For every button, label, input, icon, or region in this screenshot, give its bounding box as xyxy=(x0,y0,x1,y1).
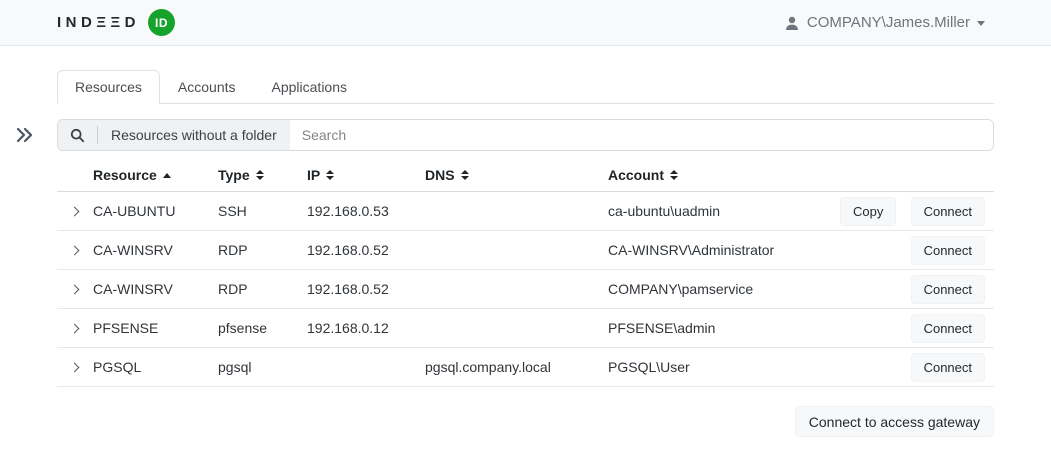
double-chevron-right-icon xyxy=(15,127,35,143)
expand-row-button[interactable] xyxy=(57,286,93,293)
search-left-segment: Resources without a folder xyxy=(58,120,290,150)
main-tabs: Resources Accounts Applications xyxy=(57,70,994,104)
sort-asc-icon xyxy=(163,173,171,178)
brand-logo: INDΞΞD ID xyxy=(57,9,175,36)
cell-ip: 192.168.0.52 xyxy=(307,281,425,297)
brand-id-badge: ID xyxy=(148,9,175,36)
table-row: PGSQL pgsql pgsql.company.local PGSQL\Us… xyxy=(57,348,994,387)
table-row: CA-WINSRV RDP 192.168.0.52 CA-WINSRV\Adm… xyxy=(57,231,994,270)
cell-resource: PGSQL xyxy=(93,359,218,375)
connect-cell: Connect xyxy=(886,314,994,343)
connect-button[interactable]: Connect xyxy=(911,314,985,343)
sort-both-icon xyxy=(670,170,678,180)
column-header-ip[interactable]: IP xyxy=(307,167,425,183)
column-header-resource[interactable]: Resource xyxy=(93,167,218,183)
search-input[interactable] xyxy=(290,120,993,150)
cell-dns: pgsql.company.local xyxy=(425,359,608,375)
cell-type: RDP xyxy=(218,281,307,297)
chevron-right-icon xyxy=(70,323,80,333)
connect-to-access-gateway-button[interactable]: Connect to access gateway xyxy=(795,406,994,437)
sort-both-icon xyxy=(256,170,264,180)
brand-wordmark: INDΞΞD xyxy=(57,14,140,31)
table-header-row: Resource Type IP DNS Account xyxy=(57,159,994,192)
person-icon xyxy=(784,15,800,31)
resources-table: Resource Type IP DNS Account CA-UBUNTU S… xyxy=(57,159,994,387)
cell-account: ca-ubuntu\uadmin xyxy=(608,203,840,219)
column-header-account[interactable]: Account xyxy=(608,167,840,183)
toolbar: Resources without a folder xyxy=(15,119,994,151)
column-header-label: IP xyxy=(307,167,320,183)
column-header-label: Resource xyxy=(93,167,157,183)
connect-button[interactable]: Connect xyxy=(911,236,985,265)
chevron-right-icon xyxy=(70,206,80,216)
tab-applications[interactable]: Applications xyxy=(254,70,366,104)
cell-resource: PFSENSE xyxy=(93,320,218,336)
magnifier-icon xyxy=(70,128,85,143)
cell-ip: 192.168.0.52 xyxy=(307,242,425,258)
sort-both-icon xyxy=(461,170,469,180)
cell-account: PGSQL\User xyxy=(608,359,840,375)
footer: Connect to access gateway xyxy=(57,406,994,437)
sort-both-icon xyxy=(326,170,334,180)
table-row: CA-UBUNTU SSH 192.168.0.53 ca-ubuntu\uad… xyxy=(57,192,994,231)
cell-resource: CA-WINSRV xyxy=(93,281,218,297)
connect-button[interactable]: Connect xyxy=(911,353,985,382)
cell-type: RDP xyxy=(218,242,307,258)
connect-cell: Connect xyxy=(886,197,994,226)
column-header-label: Type xyxy=(218,167,250,183)
connect-button[interactable]: Connect xyxy=(911,275,985,304)
cell-ip: 192.168.0.12 xyxy=(307,320,425,336)
copy-cell: Copy xyxy=(840,197,886,226)
column-header-type[interactable]: Type xyxy=(218,167,307,183)
expand-row-button[interactable] xyxy=(57,325,93,332)
table-body: CA-UBUNTU SSH 192.168.0.53 ca-ubuntu\uad… xyxy=(57,192,994,387)
tab-resources[interactable]: Resources xyxy=(57,70,160,104)
cell-account: PFSENSE\admin xyxy=(608,320,840,336)
column-header-dns[interactable]: DNS xyxy=(425,167,608,183)
expand-folders-panel-button[interactable] xyxy=(15,127,57,143)
folder-filter-chip[interactable]: Resources without a folder xyxy=(98,127,290,143)
cell-account: COMPANY\pamservice xyxy=(608,281,840,297)
user-menu[interactable]: COMPANY\James.Miller xyxy=(784,14,985,31)
cell-account: CA-WINSRV\Administrator xyxy=(608,242,840,258)
cell-type: SSH xyxy=(218,203,307,219)
connect-cell: Connect xyxy=(886,353,994,382)
cell-resource: CA-UBUNTU xyxy=(93,203,218,219)
tab-accounts[interactable]: Accounts xyxy=(160,70,254,104)
expand-row-button[interactable] xyxy=(57,364,93,371)
user-menu-label: COMPANY\James.Miller xyxy=(807,14,970,31)
search-group: Resources without a folder xyxy=(57,119,994,151)
search-button[interactable] xyxy=(58,128,97,143)
column-header-label: Account xyxy=(608,167,664,183)
table-row: CA-WINSRV RDP 192.168.0.52 COMPANY\pamse… xyxy=(57,270,994,309)
caret-down-icon xyxy=(977,21,985,26)
column-header-label: DNS xyxy=(425,167,455,183)
chevron-right-icon xyxy=(70,362,80,372)
chevron-right-icon xyxy=(70,284,80,294)
cell-type: pfsense xyxy=(218,320,307,336)
connect-button[interactable]: Connect xyxy=(911,197,985,226)
chevron-right-icon xyxy=(70,245,80,255)
table-row: PFSENSE pfsense 192.168.0.12 PFSENSE\adm… xyxy=(57,309,994,348)
cell-ip: 192.168.0.53 xyxy=(307,203,425,219)
cell-type: pgsql xyxy=(218,359,307,375)
connect-cell: Connect xyxy=(886,275,994,304)
expand-row-button[interactable] xyxy=(57,247,93,254)
top-bar: INDΞΞD ID COMPANY\James.Miller xyxy=(0,0,1051,46)
cell-resource: CA-WINSRV xyxy=(93,242,218,258)
expand-row-button[interactable] xyxy=(57,208,93,215)
connect-cell: Connect xyxy=(886,236,994,265)
